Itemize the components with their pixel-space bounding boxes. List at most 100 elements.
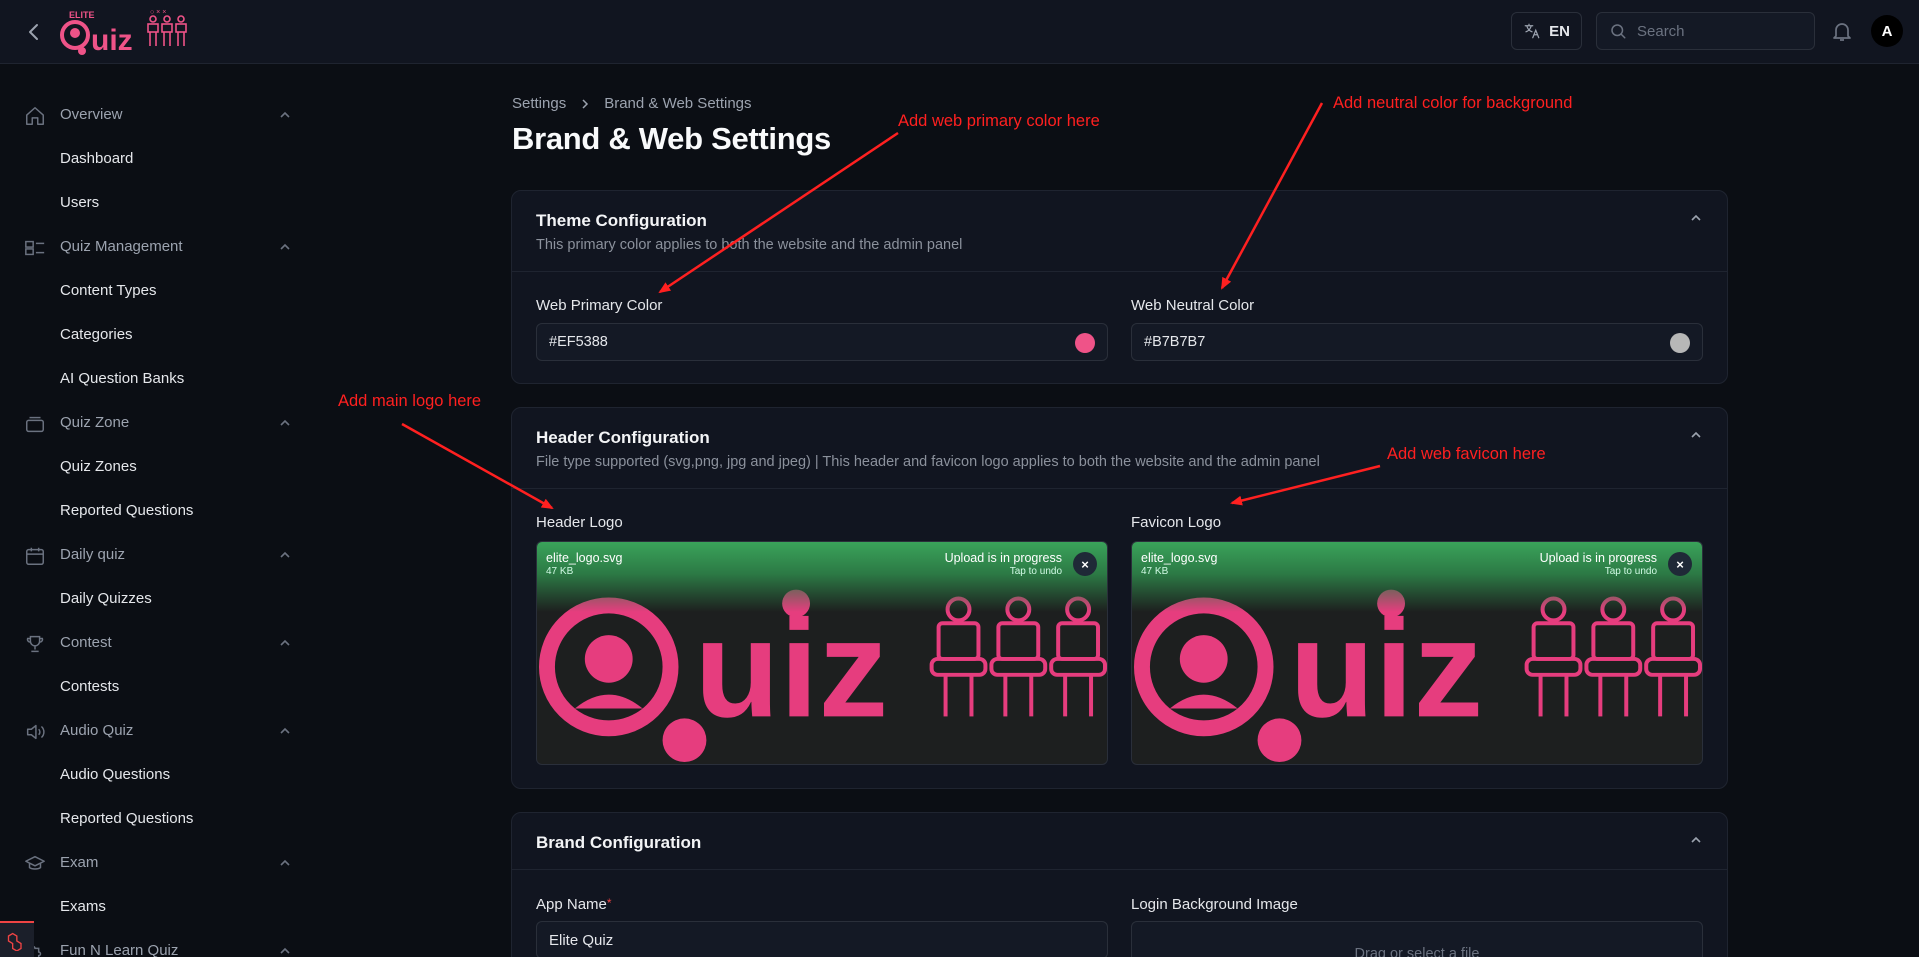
page-title: Brand & Web Settings (512, 121, 831, 156)
search-icon (1611, 24, 1626, 39)
sidebar-item-contests[interactable]: Contests (60, 678, 119, 695)
trophy-icon (26, 635, 44, 653)
upload-file-size: 47 KB (1141, 566, 1169, 577)
upload-file-size: 47 KB (546, 566, 574, 577)
sidebar-item-daily-quizzes[interactable]: Daily Quizzes (60, 590, 152, 607)
chevron-up-icon (280, 639, 290, 646)
annotation-main-logo: Add main logo here (338, 392, 482, 410)
breadcrumb: Settings Brand & Web Settings (512, 95, 752, 112)
brand-configuration-card: Brand Configuration App Name* Elite Quiz… (511, 812, 1728, 957)
sidebar-item-dashboard[interactable]: Dashboard (60, 150, 133, 167)
app-name-label: App Name* (536, 896, 612, 913)
cancel-upload-button[interactable]: × (1668, 552, 1692, 576)
card-description: This primary color applies to both the w… (536, 237, 963, 253)
tap-to-undo[interactable]: Tap to undo (1605, 566, 1657, 577)
neutral-color-swatch[interactable] (1670, 333, 1690, 353)
graduation-cap-icon (25, 855, 45, 870)
nav-group-contest[interactable]: Contest (0, 626, 310, 658)
debug-toolbar-toggle[interactable] (0, 921, 34, 957)
header-logo-label: Header Logo (536, 514, 623, 531)
nav-group-label: Contest (60, 634, 112, 651)
nav-group-label: Overview (60, 106, 123, 123)
nav-group-daily-quiz[interactable]: Daily quiz (0, 538, 310, 570)
breadcrumb-current: Brand & Web Settings (604, 95, 752, 112)
nav-group-fun-n-learn[interactable]: Fun N Learn Quiz (0, 934, 310, 957)
card-title: Theme Configuration (536, 211, 707, 230)
sidebar-item-exams[interactable]: Exams (60, 898, 106, 915)
web-neutral-color-label: Web Neutral Color (1131, 297, 1255, 314)
svg-text:uiz: uiz (91, 24, 133, 57)
chevron-up-icon (280, 859, 290, 866)
nav-group-label: Daily quiz (60, 546, 126, 563)
nav-group-label: Fun N Learn Quiz (60, 942, 179, 957)
nav-group-quiz-management[interactable]: Quiz Management (0, 230, 310, 262)
annotation-favicon: Add web favicon here (1387, 445, 1546, 463)
primary-color-swatch[interactable] (1075, 333, 1095, 353)
user-avatar[interactable]: A (1871, 15, 1903, 47)
sidebar-item-categories[interactable]: Categories (60, 326, 133, 343)
nav-group-overview[interactable]: Overview (0, 98, 310, 130)
search-input[interactable] (1637, 22, 1807, 40)
header-logo-upload[interactable]: uiz elite_logo.svg 47 KB Upload is in pr… (536, 541, 1108, 765)
favicon-logo-label: Favicon Logo (1131, 514, 1222, 531)
sidebar-item-reported-questions[interactable]: Reported Questions (60, 502, 193, 519)
sidebar-item-audio-reported-questions[interactable]: Reported Questions (60, 810, 193, 827)
sidebar-item-quiz-zones[interactable]: Quiz Zones (60, 458, 137, 475)
search-box[interactable] (1596, 12, 1815, 50)
nav-group-label: Exam (60, 854, 99, 871)
layout-icon (25, 240, 45, 256)
upload-file-name: elite_logo.svg (1141, 551, 1218, 565)
tap-to-undo[interactable]: Tap to undo (1010, 566, 1062, 577)
header-configuration-card: Header Configuration File type supported… (511, 407, 1728, 789)
chevron-up-icon (280, 947, 290, 954)
chevron-right-icon (582, 98, 589, 109)
login-background-dropzone[interactable]: Drag or select a file (1131, 921, 1703, 957)
card-description: File type supported (svg,png, jpg and jp… (536, 454, 1320, 470)
chevron-up-icon (280, 243, 290, 250)
web-primary-color-input[interactable]: #EF5388 (536, 323, 1108, 361)
back-arrow-icon[interactable] (22, 20, 46, 44)
favicon-logo-upload[interactable]: uiz elite_logo.svg 47 KB Upload is in pr… (1131, 541, 1703, 765)
stack-icon (26, 416, 44, 433)
home-icon (26, 107, 44, 125)
annotation-neutral-color: Add neutral color for background (1333, 94, 1573, 112)
sidebar-item-users[interactable]: Users (60, 194, 99, 211)
web-neutral-color-input[interactable]: #B7B7B7 (1131, 323, 1703, 361)
speaker-icon (26, 724, 45, 740)
nav-group-label: Audio Quiz (60, 722, 134, 739)
card-header[interactable]: Brand Configuration (512, 813, 1727, 870)
card-header[interactable]: Theme Configuration This primary color a… (512, 191, 1727, 272)
annotation-primary-color: Add web primary color here (898, 112, 1100, 130)
svg-text:○ × ×: ○ × × (150, 9, 166, 16)
calendar-icon (26, 547, 44, 565)
nav-group-exam[interactable]: Exam (0, 846, 310, 878)
elite-quiz-logo[interactable]: ELITE uiz ○ × × (60, 4, 195, 58)
sidebar-item-content-types[interactable]: Content Types (60, 282, 156, 299)
language-selector[interactable]: EN (1511, 12, 1582, 50)
sidebar-item-ai-question-banks[interactable]: AI Question Banks (60, 370, 184, 387)
breadcrumb-settings[interactable]: Settings (512, 95, 566, 112)
upload-status: Upload is in progress (944, 551, 1062, 565)
web-neutral-color-value: #B7B7B7 (1144, 334, 1206, 350)
upload-file-name: elite_logo.svg (546, 551, 623, 565)
chevron-up-icon[interactable] (1689, 211, 1703, 225)
chevron-up-icon (280, 727, 290, 734)
nav-group-audio-quiz[interactable]: Audio Quiz (0, 714, 310, 746)
sidebar-item-audio-questions[interactable]: Audio Questions (60, 766, 170, 783)
chevron-up-icon (280, 551, 290, 558)
top-bar: ELITE uiz ○ × × EN A (0, 0, 1919, 64)
app-name-input[interactable]: Elite Quiz (536, 921, 1108, 957)
card-title: Header Configuration (536, 428, 710, 447)
svg-text:ELITE: ELITE (69, 10, 95, 20)
login-background-label: Login Background Image (1131, 896, 1298, 913)
chevron-up-icon[interactable] (1689, 833, 1703, 847)
chevron-up-icon (280, 419, 290, 426)
notification-bell-icon[interactable] (1830, 19, 1854, 43)
nav-group-quiz-zone[interactable]: Quiz Zone (0, 406, 310, 438)
web-primary-color-value: #EF5388 (549, 334, 608, 350)
web-primary-color-label: Web Primary Color (536, 297, 663, 314)
cancel-upload-button[interactable]: × (1073, 552, 1097, 576)
chevron-up-icon[interactable] (1689, 428, 1703, 442)
translate-icon (1524, 23, 1540, 39)
nav-group-label: Quiz Management (60, 238, 183, 255)
